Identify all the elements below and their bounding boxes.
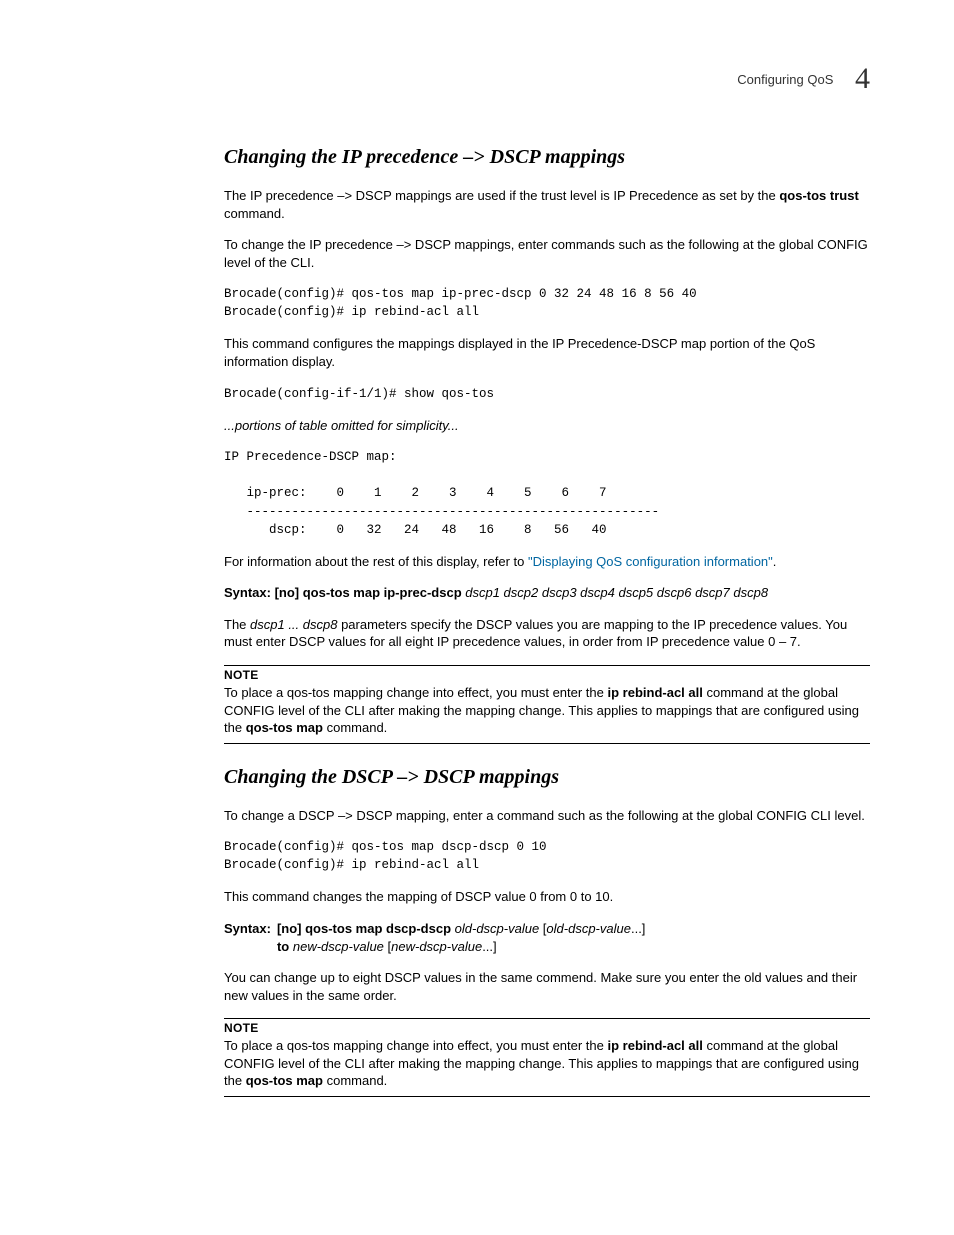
- syntax-arg: old-dscp-value: [451, 921, 539, 936]
- page: Configuring QoS 4 Changing the IP preced…: [0, 0, 954, 1235]
- syntax-command: [no] qos-tos map dscp-dscp: [277, 921, 451, 936]
- note-label: NOTE: [224, 1021, 870, 1035]
- syntax-command: [no] qos-tos map ip-prec-dscp: [275, 585, 462, 600]
- note-label: NOTE: [224, 668, 870, 682]
- cross-reference-link[interactable]: "Displaying QoS configuration informatio…: [528, 554, 773, 569]
- cli-block: IP Precedence-DSCP map: ip-prec: 0 1 2 3…: [224, 448, 870, 539]
- paragraph: You can change up to eight DSCP values i…: [224, 969, 870, 1004]
- cli-block: Brocade(config)# qos-tos map dscp-dscp 0…: [224, 838, 870, 874]
- paragraph: To change a DSCP –> DSCP mapping, enter …: [224, 807, 870, 825]
- note-body: To place a qos-tos mapping change into e…: [224, 684, 870, 737]
- paragraph: For information about the rest of this d…: [224, 553, 870, 571]
- note-block: NOTE To place a qos-tos mapping change i…: [224, 1018, 870, 1097]
- text: ...]: [482, 939, 496, 954]
- syntax-arg: old-dscp-value: [546, 921, 631, 936]
- omitted-note: ...portions of table omitted for simplic…: [224, 417, 870, 435]
- note-block: NOTE To place a qos-tos mapping change i…: [224, 665, 870, 744]
- paragraph: The IP precedence –> DSCP mappings are u…: [224, 187, 870, 222]
- text: The: [224, 617, 250, 632]
- syntax-command: to: [277, 939, 289, 954]
- syntax-args: dscp1 dscp2 dscp3 dscp4 dscp5 dscp6 dscp…: [462, 585, 768, 600]
- command-name: qos-tos map: [246, 1073, 323, 1088]
- param-names: dscp1 ... dscp8: [250, 617, 337, 632]
- text: command.: [323, 1073, 387, 1088]
- text: ...]: [631, 921, 645, 936]
- section-heading-ip-prec: Changing the IP precedence –> DSCP mappi…: [224, 146, 870, 169]
- command-name: qos-tos trust: [779, 188, 858, 203]
- chapter-number: 4: [855, 62, 870, 95]
- cli-block: Brocade(config)# qos-tos map ip-prec-dsc…: [224, 285, 870, 321]
- text: command.: [224, 206, 285, 221]
- running-header: Configuring QoS 4: [224, 62, 870, 96]
- text: .: [773, 554, 777, 569]
- text: The IP precedence –> DSCP mappings are u…: [224, 188, 779, 203]
- note-body: To place a qos-tos mapping change into e…: [224, 1037, 870, 1090]
- syntax-label: Syntax:: [224, 585, 275, 600]
- command-name: qos-tos map: [246, 720, 323, 735]
- running-title: Configuring QoS: [737, 72, 833, 87]
- syntax-line: Syntax: [no] qos-tos map ip-prec-dscp ds…: [224, 584, 870, 602]
- section-heading-dscp-dscp: Changing the DSCP –> DSCP mappings: [224, 766, 870, 789]
- text: To place a qos-tos mapping change into e…: [224, 685, 608, 700]
- syntax-arg: new-dscp-value: [391, 939, 482, 954]
- text: command.: [323, 720, 387, 735]
- text: To place a qos-tos mapping change into e…: [224, 1038, 608, 1053]
- syntax-line: Syntax: [no] qos-tos map dscp-dscp old-d…: [224, 920, 870, 955]
- paragraph: This command configures the mappings dis…: [224, 335, 870, 370]
- syntax-arg: new-dscp-value: [289, 939, 384, 954]
- command-name: ip rebind-acl all: [608, 1038, 703, 1053]
- paragraph: To change the IP precedence –> DSCP mapp…: [224, 236, 870, 271]
- paragraph: The dscp1 ... dscp8 parameters specify t…: [224, 616, 870, 651]
- cli-block: Brocade(config-if-1/1)# show qos-tos: [224, 385, 870, 403]
- text: For information about the rest of this d…: [224, 554, 528, 569]
- paragraph: This command changes the mapping of DSCP…: [224, 888, 870, 906]
- command-name: ip rebind-acl all: [608, 685, 703, 700]
- syntax-label: Syntax:: [224, 920, 271, 955]
